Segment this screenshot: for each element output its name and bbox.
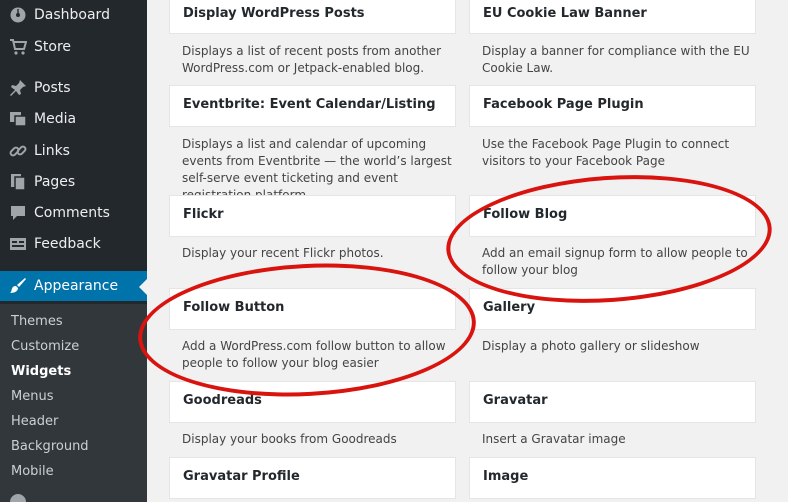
widget-flickr[interactable]: Flickr <box>169 195 456 237</box>
pin-icon <box>8 78 28 98</box>
menu-item-comments[interactable]: Comments <box>0 198 147 228</box>
menu-label-links: Links <box>34 143 70 159</box>
menu-label-appearance: Appearance <box>34 278 119 294</box>
submenu-item-widgets[interactable]: Widgets <box>11 364 71 380</box>
submenu-item-header[interactable]: Header <box>11 414 58 430</box>
menu-item-posts[interactable]: Posts <box>0 73 147 103</box>
dashboard-icon <box>8 5 28 25</box>
submenu-item-themes[interactable]: Themes <box>11 314 63 330</box>
menu-item-store[interactable]: Store <box>0 32 147 62</box>
media-icon <box>8 109 28 129</box>
menu-item-links[interactable]: Links <box>0 136 147 166</box>
widget-title: Goodreads <box>183 393 262 408</box>
widget-description: Displays a list and calendar of upcoming… <box>182 137 452 202</box>
menu-label-store: Store <box>34 39 72 55</box>
active-menu-arrow <box>139 279 147 295</box>
cart-icon <box>8 37 28 57</box>
widget-facebook-page-plugin[interactable]: Facebook Page Plugin <box>469 85 756 127</box>
widget-description: Displays a list of recent posts from ano… <box>182 44 442 75</box>
submenu-item-menus[interactable]: Menus <box>11 389 53 405</box>
menu-label-comments: Comments <box>34 205 110 221</box>
widget-description: Display your books from Goodreads <box>182 432 397 446</box>
widget-description: Display a photo gallery or slideshow <box>482 339 700 353</box>
widget-description: Display your recent Flickr photos. <box>182 246 384 260</box>
menu-item-media[interactable]: Media <box>0 104 147 134</box>
widget-title: Gallery <box>483 300 536 315</box>
feedback-icon <box>8 234 28 254</box>
widget-title: Image <box>483 469 529 484</box>
link-icon <box>8 141 28 161</box>
menu-label-posts: Posts <box>34 80 71 96</box>
menu-item-dashboard[interactable]: Dashboard <box>0 0 147 30</box>
pages-icon <box>8 172 28 192</box>
menu-label-media: Media <box>34 111 77 127</box>
widget-gravatar-profile[interactable]: Gravatar Profile <box>169 457 456 499</box>
widget-description: Display a banner for compliance with the… <box>482 44 750 75</box>
menu-icon-partial <box>10 494 26 502</box>
widget-title: Gravatar <box>483 393 548 408</box>
widget-image[interactable]: Image <box>469 457 756 499</box>
widget-display-wordpress-posts[interactable]: Display WordPress Posts <box>169 0 456 34</box>
widget-title: Facebook Page Plugin <box>483 97 644 112</box>
appearance-submenu: Themes Customize Widgets Menus Header Ba… <box>0 304 147 502</box>
widget-description: Use the Facebook Page Plugin to connect … <box>482 137 730 168</box>
widget-title: Eventbrite: Event Calendar/Listing <box>183 97 436 112</box>
menu-label-pages: Pages <box>34 174 76 190</box>
menu-item-feedback[interactable]: Feedback <box>0 229 147 259</box>
menu-label-feedback: Feedback <box>34 236 101 252</box>
widget-title: Flickr <box>183 207 224 222</box>
widget-title: Display WordPress Posts <box>183 6 365 21</box>
menu-item-appearance[interactable]: Appearance <box>0 271 147 301</box>
widget-description: Insert a Gravatar image <box>482 432 626 446</box>
admin-sidebar: Dashboard Store Posts Media Links Pages <box>0 0 147 502</box>
widget-title: EU Cookie Law Banner <box>483 6 647 21</box>
paintbrush-icon <box>8 276 28 296</box>
submenu-item-customize[interactable]: Customize <box>11 339 79 355</box>
widget-eu-cookie-law-banner[interactable]: EU Cookie Law Banner <box>469 0 756 34</box>
widget-title: Gravatar Profile <box>183 469 300 484</box>
menu-label-dashboard: Dashboard <box>34 7 110 23</box>
widget-gravatar[interactable]: Gravatar <box>469 381 756 423</box>
menu-item-pages[interactable]: Pages <box>0 167 147 197</box>
submenu-item-mobile[interactable]: Mobile <box>11 464 54 480</box>
widget-eventbrite[interactable]: Eventbrite: Event Calendar/Listing <box>169 85 456 127</box>
submenu-item-background[interactable]: Background <box>11 439 89 455</box>
comment-icon <box>8 203 28 223</box>
